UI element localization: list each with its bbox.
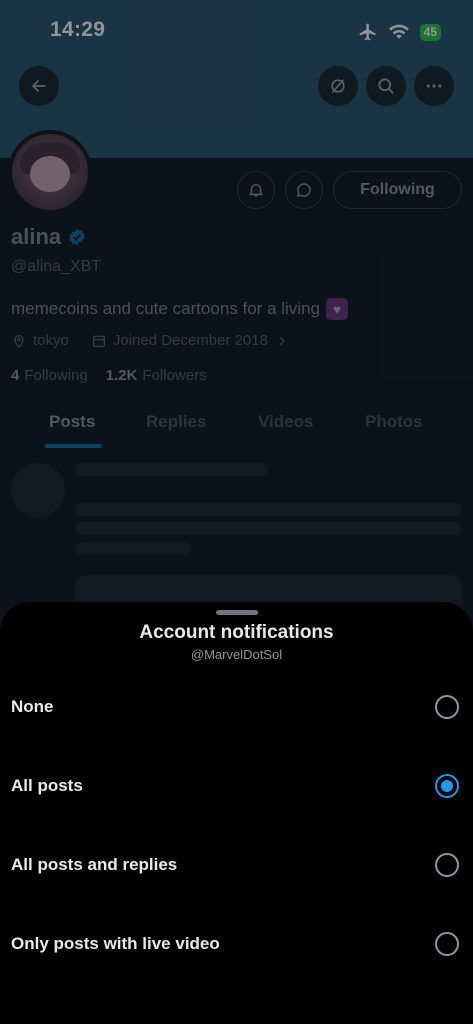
option-label: All posts: [11, 776, 83, 795]
option-none[interactable]: None: [0, 679, 473, 739]
radio-button[interactable]: [435, 853, 459, 877]
option-all-posts-and-replies[interactable]: All posts and replies: [0, 837, 473, 897]
account-notifications-sheet: Account notifications @MarvelDotSol None…: [0, 602, 473, 1024]
radio-button-selected[interactable]: [435, 774, 459, 798]
sheet-grabber[interactable]: [216, 610, 258, 615]
radio-button[interactable]: [435, 932, 459, 956]
option-all-posts[interactable]: All posts: [0, 758, 473, 818]
sheet-title: Account notifications: [139, 622, 334, 643]
option-live-video[interactable]: Only posts with live video: [0, 916, 473, 976]
option-label: All posts and replies: [11, 855, 178, 874]
option-label: Only posts with live video: [11, 934, 220, 953]
sheet-subtitle: @MarvelDotSol: [190, 647, 283, 662]
radio-button[interactable]: [435, 695, 459, 719]
option-label: None: [11, 697, 54, 716]
